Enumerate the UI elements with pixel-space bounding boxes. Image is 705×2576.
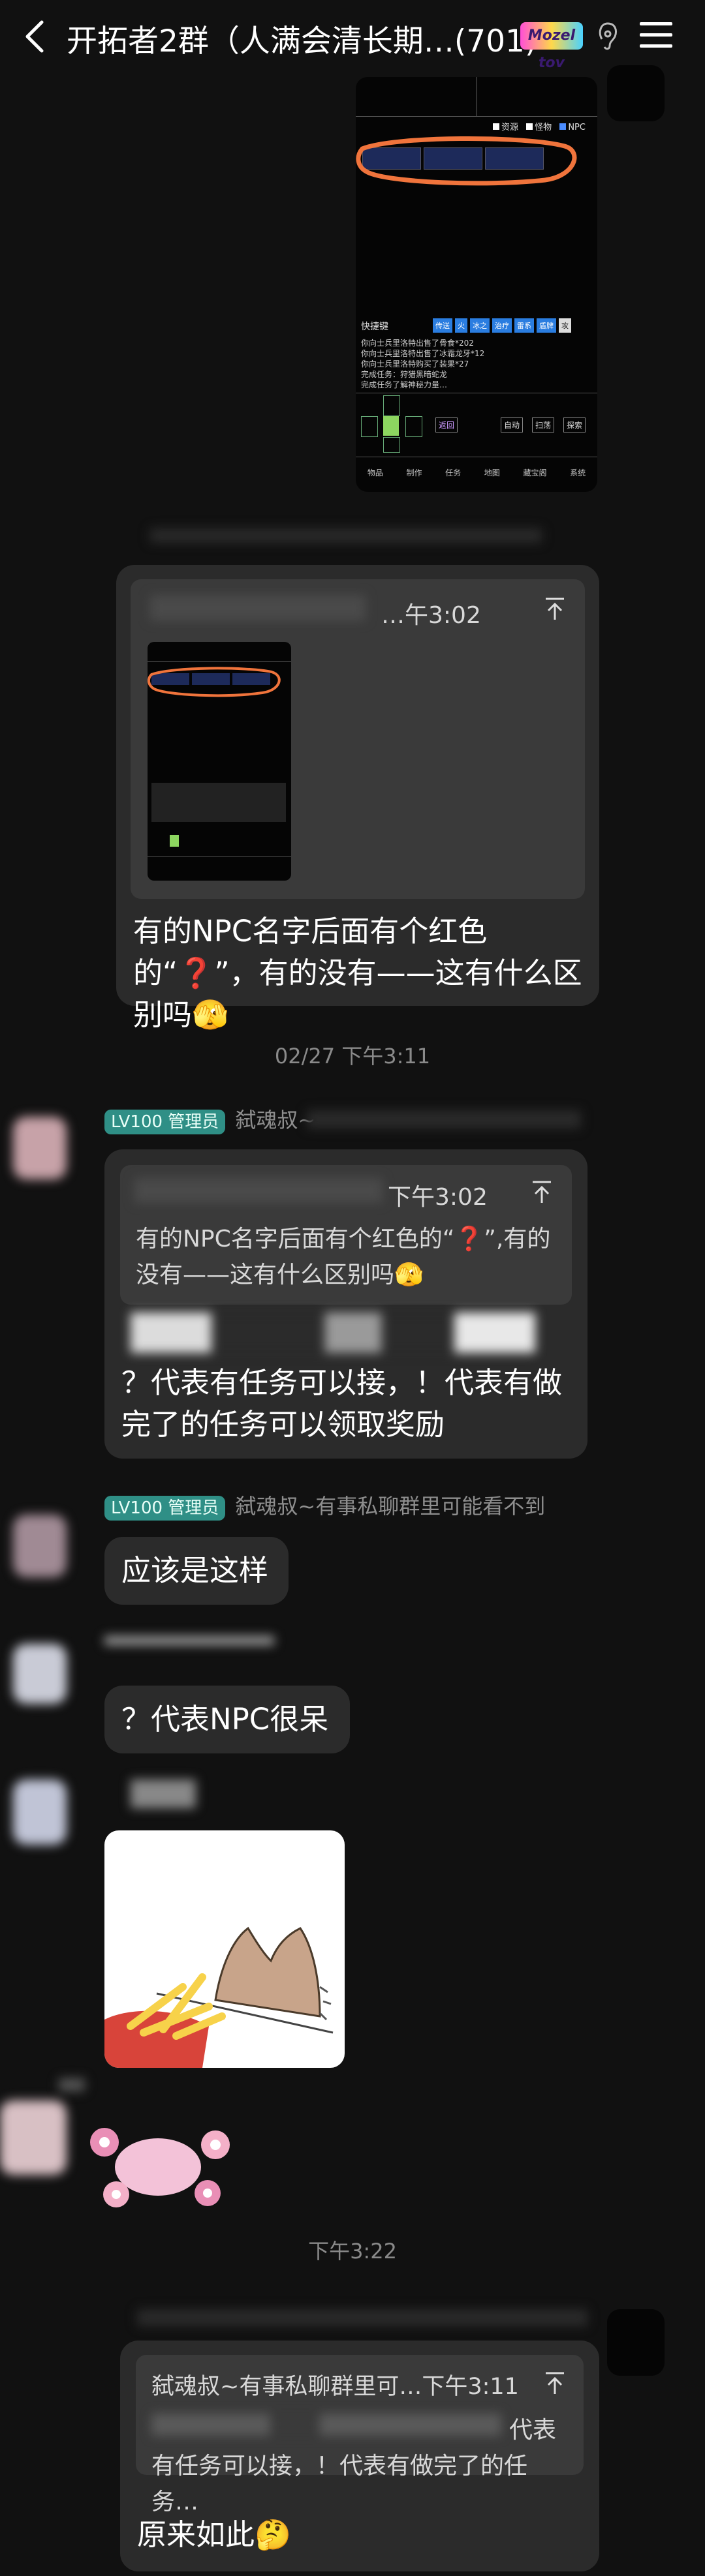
- sender-name[interactable]: 弑魂叔~有事私聊群里可能看不到: [235, 1494, 545, 1519]
- sticker-badge: Mozel tov: [520, 22, 583, 71]
- shortcut-button[interactable]: 盾牌: [537, 318, 556, 333]
- quoted-screenshot-thumbnail[interactable]: [148, 642, 291, 881]
- log-line: 你向士兵里洛特购买了装果*27: [361, 359, 469, 369]
- jump-to-top-icon[interactable]: [543, 2371, 567, 2397]
- time-separator: 02/27 下午3:11: [274, 1044, 431, 1068]
- action-button[interactable]: 探索: [563, 417, 586, 432]
- redacted-name: [104, 1636, 274, 1645]
- message-text: 原来如此🤔: [137, 2517, 292, 2552]
- redacted-strip: [131, 1312, 535, 1353]
- log-line: 完成任务：狩猎黑暗蛇龙: [361, 370, 448, 379]
- redacted-name: [134, 1178, 383, 1203]
- quote-time: …午3:02: [381, 602, 481, 629]
- shortcut-button[interactable]: 攻: [559, 318, 571, 333]
- shortcut-label: 快捷键: [361, 322, 388, 332]
- game-tab[interactable]: 任务: [445, 467, 461, 478]
- chevron-left-icon[interactable]: [22, 18, 48, 55]
- chat-title[interactable]: 开拓者2群（人满会清长期…(701): [67, 16, 537, 61]
- game-tab[interactable]: 制作: [406, 467, 422, 478]
- avatar[interactable]: [13, 1780, 67, 1845]
- filter-resource: 资源: [501, 123, 519, 132]
- redacted-strip: [137, 2309, 588, 2326]
- map-cell: [383, 437, 400, 453]
- chat-header: 开拓者2群（人满会清长期…(701) Mozel tov: [0, 0, 705, 72]
- thumb-log: [151, 783, 286, 822]
- shortcut-button[interactable]: 治疗: [492, 318, 512, 333]
- map-cell: [383, 395, 400, 416]
- quote-text: 代表有任务可以接，！代表有做完了的任务…: [151, 2417, 557, 2515]
- game-log: 你向士兵里洛特出售了骨食*202 你向士兵里洛特出售了冰霜龙牙*12 你向士兵里…: [361, 338, 589, 390]
- map-cell-current: [383, 416, 399, 436]
- sticker-image-cat[interactable]: [104, 1830, 345, 2068]
- admin-badge: LV100 管理员: [104, 1496, 226, 1521]
- game-tab[interactable]: 藏宝阁: [523, 467, 546, 478]
- action-button[interactable]: 自动: [501, 417, 524, 432]
- jump-to-top-icon[interactable]: [530, 1179, 554, 1205]
- message-text: 有的NPC名字后面有个红色的“❓”，有的没有——这有什么区别吗🫣: [133, 914, 582, 1032]
- redacted-name: [131, 1780, 196, 1808]
- time-separator: 下午3:22: [308, 2239, 397, 2264]
- message-text: ？代表有任务可以接，！代表有做完了的任务可以领取奖励: [121, 1365, 563, 1442]
- filter-box: [493, 123, 499, 130]
- sender-name[interactable]: 弑魂叔~: [235, 1108, 315, 1132]
- annotation-circle: [356, 136, 577, 186]
- thumb-map-current: [170, 835, 179, 847]
- cat-peeking-illustration: [104, 1926, 334, 2068]
- game-tab[interactable]: 系统: [570, 467, 586, 478]
- game-tab[interactable]: 地图: [484, 467, 500, 478]
- sender-row: LV100 管理员 弑魂叔~: [104, 1104, 315, 1134]
- avatar[interactable]: [0, 2100, 67, 2175]
- screenshot-filters: 资源 怪物 NPC: [493, 120, 586, 132]
- redacted-strip: [307, 1110, 581, 1129]
- map-cell: [361, 416, 378, 437]
- thumb-top: [148, 642, 291, 662]
- menu-icon[interactable]: [638, 21, 674, 50]
- filter-box: [559, 123, 567, 130]
- game-bottom-tabs: 物品 制作 任务 地图 藏宝阁 系统: [356, 467, 597, 478]
- flowers-illustration: [90, 2128, 230, 2207]
- quote-header: 弑魂叔~有事私聊群里可…下午3:11: [151, 2374, 519, 2400]
- filter-npc: NPC: [568, 123, 586, 132]
- map-cell: [405, 416, 422, 437]
- redacted-strip: [150, 528, 542, 543]
- log-line: 你向士兵里洛特出售了骨食*202: [361, 339, 474, 348]
- filter-box: [526, 123, 533, 130]
- action-button[interactable]: 扫荡: [532, 417, 555, 432]
- ear-icon[interactable]: [595, 20, 619, 52]
- game-tab[interactable]: 物品: [368, 467, 383, 478]
- shortcut-button[interactable]: 火: [455, 318, 467, 333]
- avatar-self[interactable]: [607, 2309, 665, 2376]
- annotation-circle: [148, 667, 281, 697]
- redacted-name: [59, 2078, 85, 2091]
- admin-badge: LV100 管理员: [104, 1110, 226, 1134]
- quote-text: 有的NPC名字后面有个红色的“❓”,有的没有——这有什么区别吗🫣: [136, 1226, 551, 1288]
- quote-time: 下午3:02: [388, 1184, 488, 1211]
- message-text: 应该是这样: [121, 1553, 269, 1588]
- sender-row: LV100 管理员 弑魂叔~有事私聊群里可能看不到: [104, 1490, 545, 1521]
- action-button[interactable]: 返回: [435, 417, 458, 432]
- shortcut-button[interactable]: 雷系: [514, 318, 534, 333]
- log-line: 你向士兵里洛特出售了冰霜龙牙*12: [361, 349, 485, 358]
- shortcut-button[interactable]: 冰之: [470, 318, 490, 333]
- avatar[interactable]: [13, 1117, 67, 1179]
- avatar[interactable]: [13, 1644, 67, 1704]
- shortcut-button-row: 传送 火 冰之 治疗 雷系 盾牌 攻: [433, 318, 571, 333]
- avatar-self[interactable]: [607, 65, 665, 121]
- sticker-flowers[interactable]: [85, 2116, 235, 2214]
- shortcut-button[interactable]: 传送: [433, 318, 452, 333]
- message-text: ？代表NPC很呆: [121, 1702, 329, 1736]
- redacted-name: [150, 595, 366, 621]
- filter-monster: 怪物: [535, 123, 552, 132]
- log-line: 完成任务了解神秘力量…: [361, 380, 448, 389]
- game-screenshot-image[interactable]: 资源 怪物 NPC 快捷键 传送 火 冰之 治疗 雷系 盾牌 攻 你向士兵里洛特…: [356, 77, 597, 492]
- avatar[interactable]: [13, 1515, 67, 1577]
- jump-to-top-icon[interactable]: [543, 596, 567, 622]
